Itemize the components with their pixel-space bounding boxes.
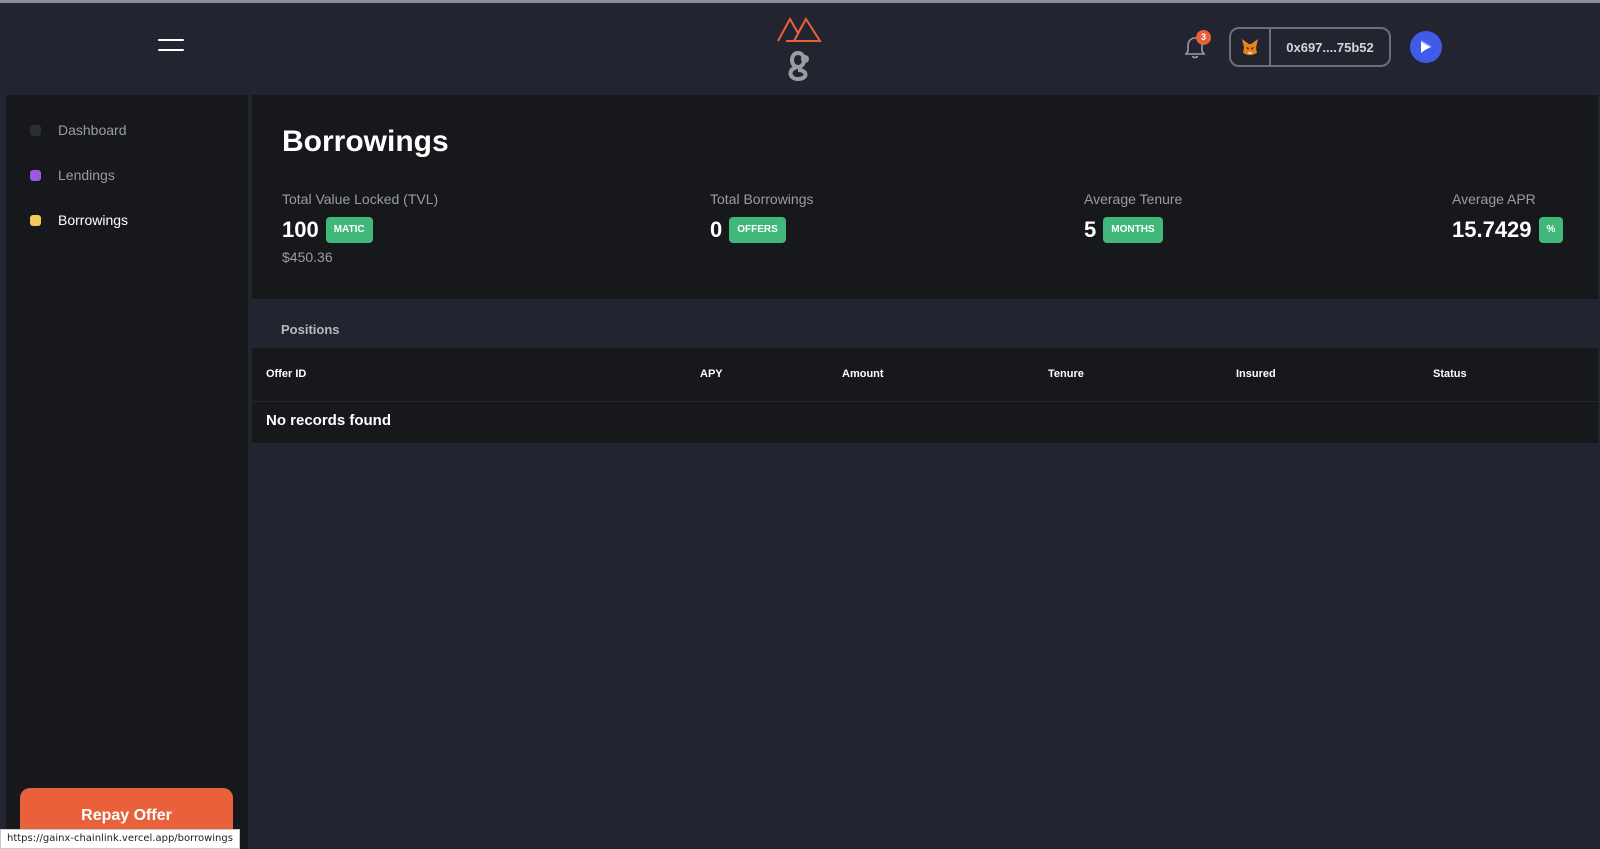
column-header-offer-id[interactable]: Offer ID [266,368,306,380]
hamburger-icon[interactable] [158,39,184,53]
unit-badge: % [1538,217,1564,243]
column-header-tenure[interactable]: Tenure [1048,368,1084,380]
stats-card: Borrowings Total Value Locked (TVL) 100 … [252,95,1598,299]
stat-label: Average APR [1452,191,1536,207]
table-header: Offer ID APY Amount Tenure Insured Statu… [252,348,1598,402]
column-header-status[interactable]: Status [1433,368,1467,380]
unit-badge: MONTHS [1103,217,1163,243]
page-title: Borrowings [282,125,449,158]
dashboard-dot-icon [30,124,41,136]
notification-badge: 3 [1196,30,1211,45]
unit-badge: MATIC [325,217,373,243]
sidebar-item-label: Borrowings [58,212,129,228]
sidebar-item-lendings[interactable]: Lendings [6,160,248,190]
gainx-logo[interactable] [776,13,826,83]
metamask-fox-icon [1231,29,1271,65]
wallet-address: 0x697....75b52 [1286,39,1374,55]
column-header-amount[interactable]: Amount [842,368,884,380]
stat-average-tenure: Average Tenure 5 MONTHS [1084,191,1182,243]
profile-play-icon[interactable] [1410,31,1442,63]
lendings-dot-icon [30,169,41,181]
sidebar: Dashboard Lendings Borrowings Repay Offe… [6,95,248,849]
status-url: https://gainx-chainlink.vercel.app/borro… [0,829,240,849]
stat-total-borrowings: Total Borrowings 0 OFFERS [710,191,814,243]
stat-usd-value: $450.36 [282,249,333,265]
wallet-button[interactable]: 0x697....75b52 [1229,27,1391,67]
sidebar-item-label: Lendings [58,167,115,183]
stat-label: Average Tenure [1084,191,1183,207]
sidebar-item-label: Dashboard [58,122,127,138]
sidebar-item-dashboard[interactable]: Dashboard [6,115,248,145]
positions-table: Offer ID APY Amount Tenure Insured Statu… [252,348,1598,443]
empty-state-text: No records found [266,412,392,429]
stat-value: 5 [1084,217,1097,242]
stat-value: 15.7429 [1452,217,1532,242]
unit-badge: OFFERS [729,217,786,243]
column-header-insured[interactable]: Insured [1236,368,1276,380]
stat-value: 100 [282,217,319,242]
stat-value: 0 [710,217,723,242]
stat-average-apr: Average APR 15.7429 % [1452,191,1564,243]
column-header-apy[interactable]: APY [700,368,723,380]
stat-label: Total Value Locked (TVL) [282,191,439,207]
stat-tvl: Total Value Locked (TVL) 100 MATIC $450.… [282,191,438,265]
positions-label: Positions [281,322,340,337]
borrowings-dot-icon [30,214,41,226]
stat-label: Total Borrowings [710,191,814,207]
sidebar-item-borrowings[interactable]: Borrowings [6,205,248,235]
header: 3 0x697....75b52 [0,3,1600,91]
